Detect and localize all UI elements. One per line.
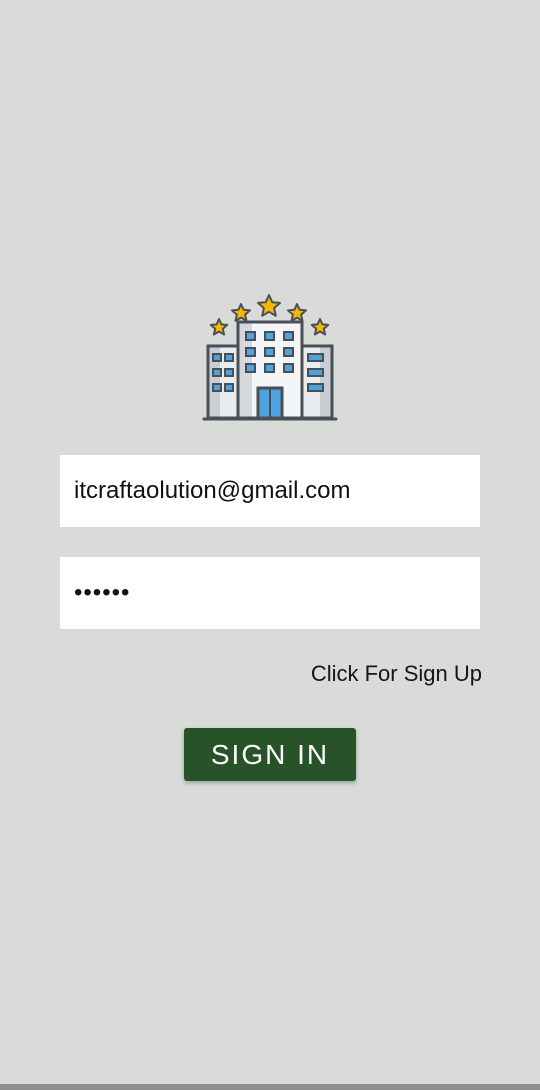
email-input[interactable] xyxy=(74,477,466,505)
email-field[interactable] xyxy=(60,455,480,527)
hotel-building-icon xyxy=(200,292,340,424)
password-input[interactable] xyxy=(74,579,466,607)
sign-in-button[interactable]: SIGN IN xyxy=(184,728,356,781)
bottom-bar xyxy=(0,1084,540,1090)
password-field[interactable] xyxy=(60,557,480,629)
sign-up-link[interactable]: Click For Sign Up xyxy=(311,661,482,687)
